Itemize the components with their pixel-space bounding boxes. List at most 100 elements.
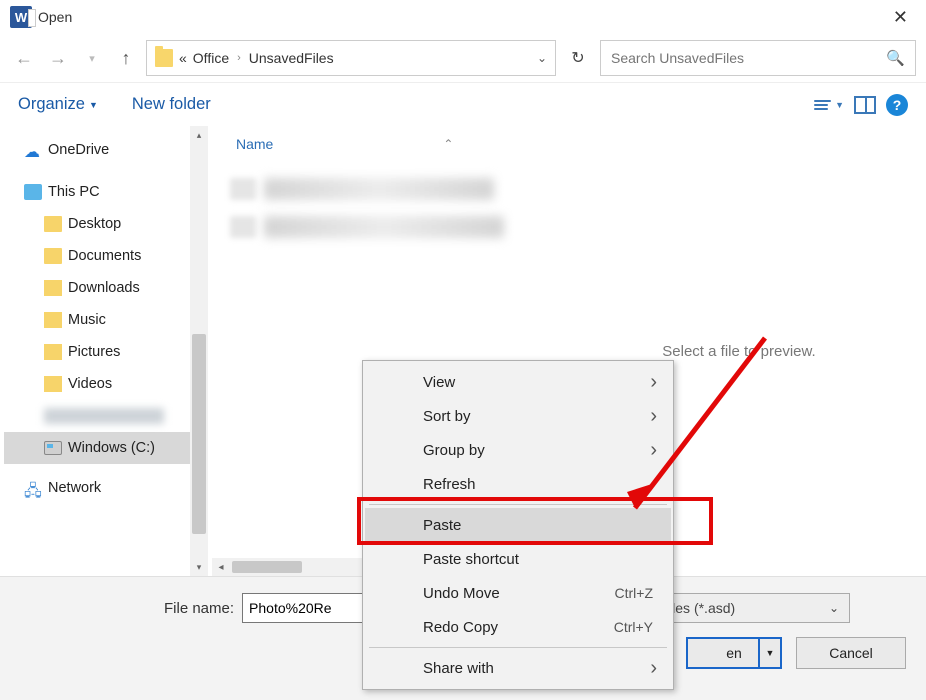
music-icon (44, 312, 62, 328)
ctx-shortcut: Ctrl+Y (614, 619, 653, 635)
ctx-refresh[interactable]: Refresh (365, 467, 671, 501)
tree-label: Pictures (68, 344, 120, 360)
ctx-redo-copy[interactable]: Redo Copy Ctrl+Y (365, 610, 671, 644)
refresh-button[interactable]: ↻ (562, 40, 594, 76)
help-button[interactable]: ? (886, 94, 908, 116)
tree-music[interactable]: Music (4, 304, 204, 336)
tree-blurred-item[interactable] (4, 400, 204, 432)
tree-scrollbar[interactable]: ▴ ▾ (190, 126, 208, 576)
nav-row: ← → ▾ ↑ « Office › UnsavedFiles ⌄ ↻ 🔍 (0, 34, 926, 82)
breadcrumb-seg1[interactable]: Office (193, 50, 229, 66)
breadcrumb-seg2[interactable]: UnsavedFiles (249, 50, 334, 66)
tree-label: Downloads (68, 280, 140, 296)
ctx-label: Sort by (423, 408, 471, 425)
videos-icon (44, 376, 62, 392)
breadcrumb-pre: « (179, 50, 187, 66)
folder-icon (155, 49, 173, 67)
new-folder-button[interactable]: New folder (132, 95, 211, 114)
folder-icon (44, 216, 62, 232)
new-folder-label: New folder (132, 95, 211, 114)
dropdown-chevron-icon: ⌄ (829, 601, 839, 615)
search-icon[interactable]: 🔍 (886, 49, 905, 67)
organize-label: Organize (18, 95, 85, 114)
up-button[interactable]: ↑ (112, 44, 140, 72)
drive-icon (44, 441, 62, 455)
window-title: Open (38, 9, 72, 25)
list-item[interactable] (230, 208, 534, 246)
name-column-header[interactable]: Name (236, 136, 273, 152)
redacted-icon (44, 408, 164, 424)
tree-pictures[interactable]: Pictures (4, 336, 204, 368)
ctx-label: Paste shortcut (423, 551, 519, 568)
search-box[interactable]: 🔍 (600, 40, 916, 76)
scroll-up-icon[interactable]: ▴ (190, 126, 208, 144)
pc-icon (24, 184, 42, 200)
open-label: en (726, 645, 742, 661)
tree-onedrive[interactable]: ☁OneDrive (4, 134, 204, 166)
tree-label: Windows (C:) (68, 440, 155, 456)
toolbar: Organize ▼ New folder ▼ ? (0, 82, 926, 126)
search-input[interactable] (611, 50, 886, 66)
ctx-sortby[interactable]: Sort by (365, 399, 671, 433)
tree-network[interactable]: 🖧Network (4, 472, 204, 504)
ctx-label: Refresh (423, 476, 476, 493)
scroll-down-icon[interactable]: ▾ (190, 558, 208, 576)
scroll-left-icon[interactable]: ◂ (212, 558, 230, 576)
title-bar: W Open ✕ (0, 0, 926, 34)
ctx-label: Share with (423, 660, 494, 677)
back-button[interactable]: ← (10, 44, 38, 72)
address-bar[interactable]: « Office › UnsavedFiles ⌄ (146, 40, 556, 76)
file-icon (230, 178, 256, 200)
tree-videos[interactable]: Videos (4, 368, 204, 400)
tree-windows-c[interactable]: Windows (C:) (4, 432, 204, 464)
redacted-filename (264, 216, 504, 238)
tree-this-pc[interactable]: This PC (4, 176, 204, 208)
close-button[interactable]: ✕ (885, 3, 916, 32)
ctx-share-with[interactable]: Share with (365, 651, 671, 685)
preview-pane-button[interactable] (854, 96, 876, 114)
open-button[interactable]: en ▼ (686, 637, 782, 669)
list-header[interactable]: Name ⌃ (212, 126, 552, 162)
organize-menu[interactable]: Organize ▼ (18, 95, 98, 114)
tree-downloads[interactable]: Downloads (4, 272, 204, 304)
word-app-icon: W (10, 6, 32, 28)
ctx-groupby[interactable]: Group by (365, 433, 671, 467)
recent-dropdown-icon[interactable]: ▾ (78, 44, 106, 72)
ctx-label: Paste (423, 517, 461, 534)
ctx-view[interactable]: View (365, 365, 671, 399)
list-item[interactable] (230, 170, 534, 208)
ctx-separator (369, 647, 667, 648)
address-dropdown-icon[interactable]: ⌄ (537, 51, 547, 65)
ctx-undo-move[interactable]: Undo MoveCtrl+Z (365, 576, 671, 610)
tree-label: Desktop (68, 216, 121, 232)
scroll-thumb[interactable] (232, 561, 302, 573)
filename-label: File name: (164, 600, 234, 617)
cancel-label: Cancel (829, 645, 873, 661)
view-mode-button[interactable]: ▼ (814, 100, 844, 110)
tree-label: Music (68, 312, 106, 328)
ctx-label: Undo Move (423, 585, 500, 602)
network-icon: 🖧 (24, 480, 42, 496)
tree-label: OneDrive (48, 142, 109, 158)
cancel-button[interactable]: Cancel (796, 637, 906, 669)
downloads-icon (44, 280, 62, 296)
ctx-paste-shortcut[interactable]: Paste shortcut (365, 542, 671, 576)
ctx-paste[interactable]: Paste (365, 508, 671, 542)
file-icon (230, 216, 256, 238)
open-split-dropdown[interactable]: ▼ (758, 639, 780, 667)
ctx-separator (369, 504, 667, 505)
tree-documents[interactable]: Documents (4, 240, 204, 272)
pictures-icon (44, 344, 62, 360)
ctx-label: Redo Copy (423, 619, 498, 636)
forward-button[interactable]: → (44, 44, 72, 72)
list-view-icon (814, 100, 831, 110)
tree-desktop[interactable]: Desktop (4, 208, 204, 240)
sort-indicator-icon: ⌃ (443, 137, 453, 151)
tree-label: This PC (48, 184, 100, 200)
dropdown-triangle-icon: ▼ (89, 100, 98, 110)
redacted-filename (264, 178, 494, 200)
tree-label: Documents (68, 248, 141, 264)
preview-hint: Select a file to preview. (662, 343, 815, 360)
dropdown-triangle-icon: ▼ (835, 100, 844, 110)
scroll-thumb[interactable] (192, 334, 206, 534)
